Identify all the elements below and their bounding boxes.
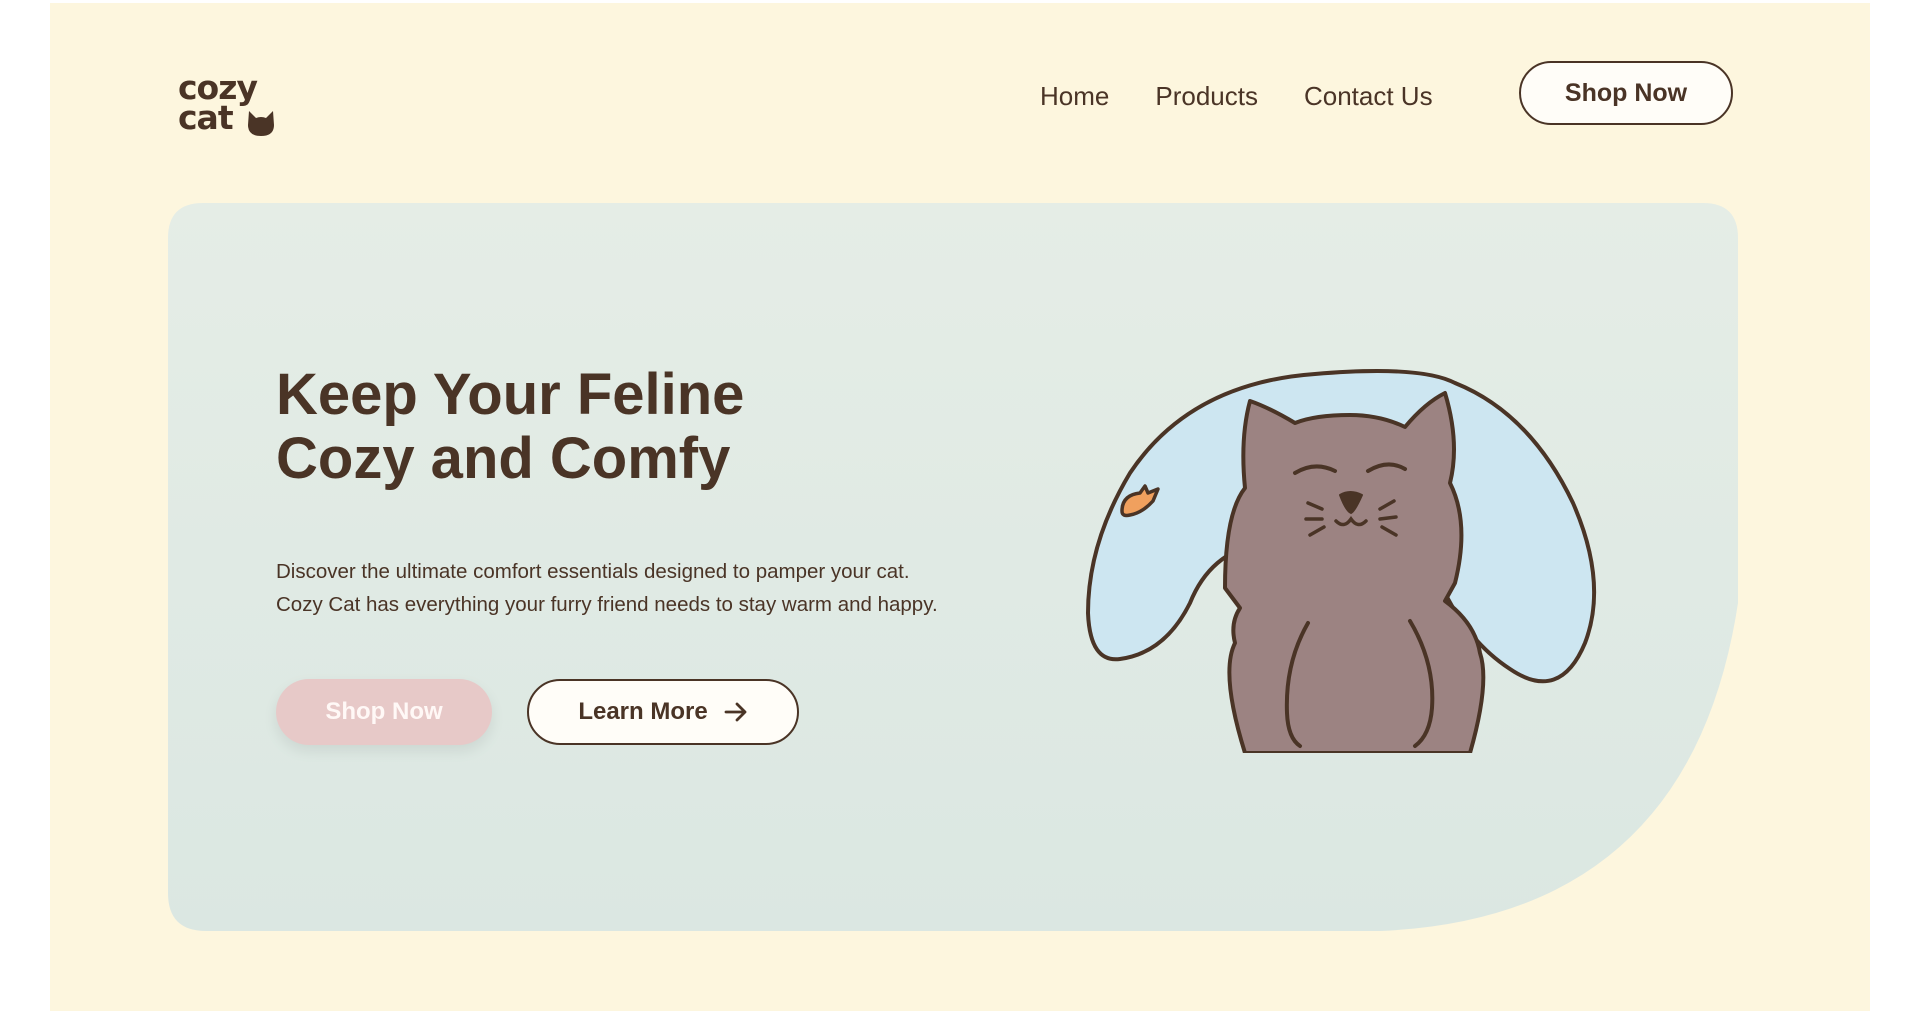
main-nav: Home Products Contact Us	[1040, 81, 1433, 112]
landing-page: cozy cat Home Products Contact Us Shop N…	[50, 3, 1870, 1011]
nav-link-products[interactable]: Products	[1155, 81, 1258, 112]
cat-body	[1223, 391, 1486, 753]
learn-more-button[interactable]: Learn More	[527, 679, 799, 745]
header-shop-now-button[interactable]: Shop Now	[1519, 61, 1733, 125]
hero-description-line1: Discover the ultimate comfort essentials…	[276, 560, 910, 583]
learn-more-label: Learn More	[578, 698, 708, 725]
hero-title-line2: Cozy and Comfy	[276, 426, 731, 491]
arrow-right-icon	[724, 702, 747, 722]
hero-description: Discover the ultimate comfort essentials…	[276, 555, 1036, 621]
nav-link-home[interactable]: Home	[1040, 81, 1109, 112]
cat-on-pillow-illustration	[1086, 369, 1597, 753]
hero-title: Keep Your Feline Cozy and Comfy	[276, 363, 744, 491]
hero-description-line2: Cozy Cat has everything your furry frien…	[276, 593, 938, 616]
brand-logo[interactable]: cozy cat	[178, 71, 274, 136]
hero-title-line1: Keep Your Feline	[276, 362, 745, 427]
hero-shop-now-button[interactable]: Shop Now	[276, 679, 492, 745]
cat-head-icon	[248, 111, 274, 136]
nav-link-contact[interactable]: Contact Us	[1304, 81, 1433, 112]
